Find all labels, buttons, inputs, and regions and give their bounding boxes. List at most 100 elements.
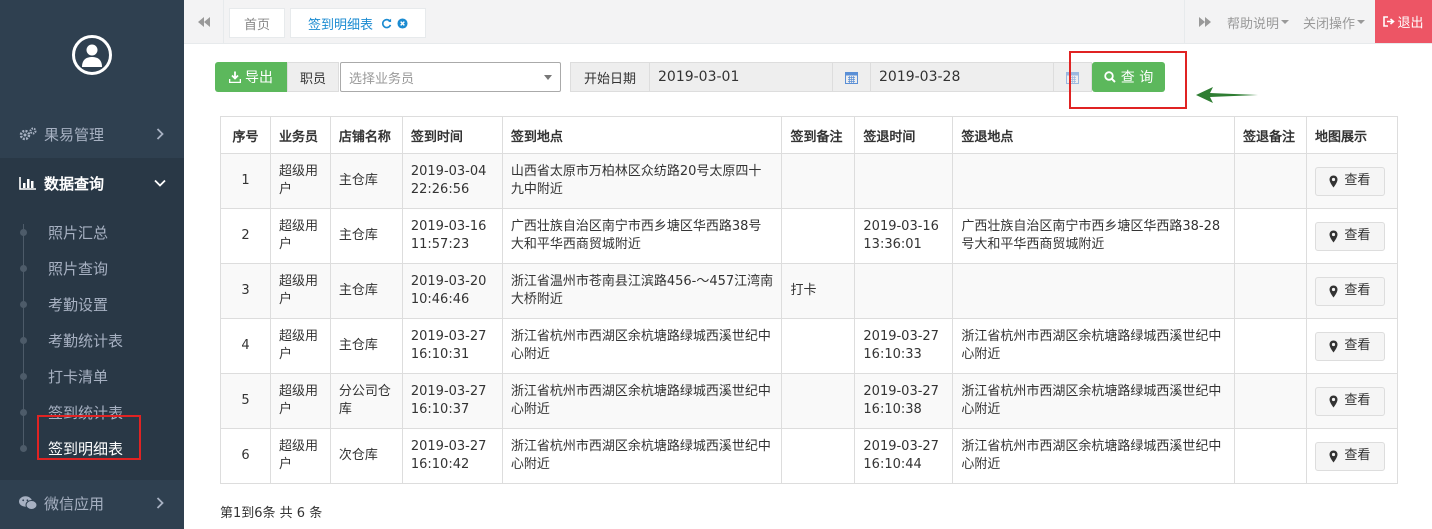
view-map-button[interactable]: 查看 xyxy=(1314,166,1385,196)
table-row: 1 超级用户 主仓库 2019-03-04 22:26:56 山西省太原市万柏林… xyxy=(220,153,1399,209)
cell-store: 分公司仓库 xyxy=(329,373,403,429)
start-date-label-text: 开始日期 xyxy=(583,71,636,87)
tabs-scroll-right-button[interactable] xyxy=(1184,0,1224,44)
map-marker-icon xyxy=(1329,450,1338,462)
cell-checkout-place: 浙江省杭州市西湖区余杭塘路绿城西溪世纪中心附近 xyxy=(952,318,1235,374)
close-circle-icon[interactable] xyxy=(397,17,408,29)
cell-checkout-note xyxy=(1234,208,1307,264)
cell-checkout-place: 浙江省杭州市西湖区余杭塘路绿城西溪世纪中心附近 xyxy=(952,373,1235,429)
submenu-label: 考勤统计表 xyxy=(48,331,124,350)
wechat-icon xyxy=(18,495,38,511)
chevron-right-icon xyxy=(154,128,166,140)
view-map-button[interactable]: 查看 xyxy=(1314,221,1385,251)
column-header[interactable]: 签退时间 xyxy=(854,116,954,154)
cell-checkin-note xyxy=(781,208,856,264)
calendar-icon xyxy=(845,71,858,84)
avatar[interactable] xyxy=(72,35,112,75)
cell-store: 主仓库 xyxy=(329,318,403,374)
refresh-icon[interactable] xyxy=(381,18,392,29)
start-calendar-button[interactable] xyxy=(833,62,871,92)
cell-checkin-time: 2019-03-27 16:10:37 xyxy=(401,373,503,429)
cell-staff: 超级用户 xyxy=(269,208,331,264)
cell-no: 1 xyxy=(220,153,271,209)
sidebar-item-checkin-stats[interactable]: 签到统计表 xyxy=(0,394,184,430)
sidebar-item-data-query[interactable]: 数据查询 xyxy=(0,158,184,208)
double-chevron-left-icon xyxy=(197,17,210,27)
start-date-value: 2019-03-01 xyxy=(658,69,740,85)
tab-checkin-detail[interactable]: 签到明细表 xyxy=(290,8,426,38)
cell-checkout-note xyxy=(1234,263,1307,319)
chevron-down-icon xyxy=(154,177,166,189)
sidebar-item-guoyi[interactable]: 果易管理 xyxy=(0,110,184,158)
map-marker-icon xyxy=(1329,230,1338,242)
column-header[interactable]: 签到时间 xyxy=(401,116,503,154)
gears-icon xyxy=(18,126,38,142)
end-calendar-button[interactable] xyxy=(1054,62,1092,92)
sidebar-item-photo-query[interactable]: 照片查询 xyxy=(0,250,184,286)
employee-select[interactable]: 选择业务员 xyxy=(340,62,561,92)
sidebar-item-photo-summary[interactable]: 照片汇总 xyxy=(0,214,184,250)
column-header[interactable]: 店铺名称 xyxy=(329,116,403,154)
column-header[interactable]: 签到备注 xyxy=(781,116,856,154)
sign-out-icon xyxy=(1383,16,1396,27)
cell-staff: 超级用户 xyxy=(269,263,331,319)
query-button[interactable]: 查 询 xyxy=(1092,62,1165,92)
help-label: 帮助说明 xyxy=(1227,16,1280,32)
sidebar-item-checkin-detail[interactable]: 签到明细表 xyxy=(0,430,184,466)
cell-checkout-time: 2019-03-27 16:10:38 xyxy=(854,373,954,429)
cell-checkin-note xyxy=(781,373,856,429)
tabs-scroll-left-button[interactable] xyxy=(184,0,224,44)
query-label: 查 询 xyxy=(1120,70,1154,86)
cell-checkin-place: 浙江省温州市苍南县江滨路456-～457江湾南大桥附近 xyxy=(501,263,783,319)
calendar-icon xyxy=(1066,71,1079,84)
cell-checkout-time xyxy=(854,263,954,319)
cell-staff: 超级用户 xyxy=(269,318,331,374)
sidebar-item-attendance-stats[interactable]: 考勤统计表 xyxy=(0,322,184,358)
cell-checkout-note xyxy=(1234,318,1307,374)
tab-label: 签到明细表 xyxy=(307,17,373,33)
table-row: 6 超级用户 次仓库 2019-03-27 16:10:42 浙江省杭州市西湖区… xyxy=(220,428,1399,484)
end-date-input[interactable]: 2019-03-28 xyxy=(871,62,1054,92)
close-ops-menu[interactable]: 关闭操作 xyxy=(1303,0,1366,44)
cell-checkin-time: 2019-03-16 11:57:23 xyxy=(401,208,503,264)
column-header[interactable]: 签到地点 xyxy=(501,116,783,154)
sidebar-item-attendance-settings[interactable]: 考勤设置 xyxy=(0,286,184,322)
cell-map: 查看 xyxy=(1305,153,1399,209)
table-row: 2 超级用户 主仓库 2019-03-16 11:57:23 广西壮族自治区南宁… xyxy=(220,208,1399,264)
cell-staff: 超级用户 xyxy=(269,428,331,484)
view-map-button[interactable]: 查看 xyxy=(1314,331,1385,361)
help-menu[interactable]: 帮助说明 xyxy=(1227,0,1290,44)
view-map-button[interactable]: 查看 xyxy=(1314,276,1385,306)
cell-staff: 超级用户 xyxy=(269,153,331,209)
column-header[interactable]: 序号 xyxy=(220,116,271,154)
sidebar-item-wechat[interactable]: 微信应用 xyxy=(0,480,184,526)
start-date-input[interactable]: 2019-03-01 xyxy=(650,62,833,92)
view-map-button[interactable]: 查看 xyxy=(1314,386,1385,416)
tab-home[interactable]: 首页 xyxy=(229,8,285,38)
column-header[interactable]: 地图展示 xyxy=(1305,116,1399,154)
cell-map: 查看 xyxy=(1305,263,1399,319)
logout-button[interactable]: 退出 xyxy=(1375,0,1432,43)
tab-bar: 首页 签到明细表 帮助说明 关闭操作 退出 xyxy=(184,0,1432,44)
submenu-label: 照片汇总 xyxy=(48,223,109,242)
view-label: 查看 xyxy=(1344,393,1371,408)
view-label: 查看 xyxy=(1344,448,1371,463)
cell-checkin-place: 浙江省杭州市西湖区余杭塘路绿城西溪世纪中心附近 xyxy=(501,428,783,484)
cell-no: 2 xyxy=(220,208,271,264)
cell-checkout-time: 2019-03-16 13:36:01 xyxy=(854,208,954,264)
view-map-button[interactable]: 查看 xyxy=(1314,441,1385,471)
cell-staff: 超级用户 xyxy=(269,373,331,429)
column-header[interactable]: 业务员 xyxy=(269,116,331,154)
cell-checkin-note xyxy=(781,318,856,374)
cell-store: 主仓库 xyxy=(329,263,403,319)
cell-no: 3 xyxy=(220,263,271,319)
sidebar-item-punch-list[interactable]: 打卡清单 xyxy=(0,358,184,394)
export-label: 导出 xyxy=(245,70,273,86)
double-chevron-right-icon xyxy=(1198,17,1211,27)
column-header[interactable]: 签退备注 xyxy=(1234,116,1307,154)
cell-checkin-note xyxy=(781,428,856,484)
export-button[interactable]: 导出 xyxy=(215,62,287,92)
column-header[interactable]: 签退地点 xyxy=(952,116,1235,154)
cell-no: 6 xyxy=(220,428,271,484)
bar-chart-icon xyxy=(18,175,38,191)
